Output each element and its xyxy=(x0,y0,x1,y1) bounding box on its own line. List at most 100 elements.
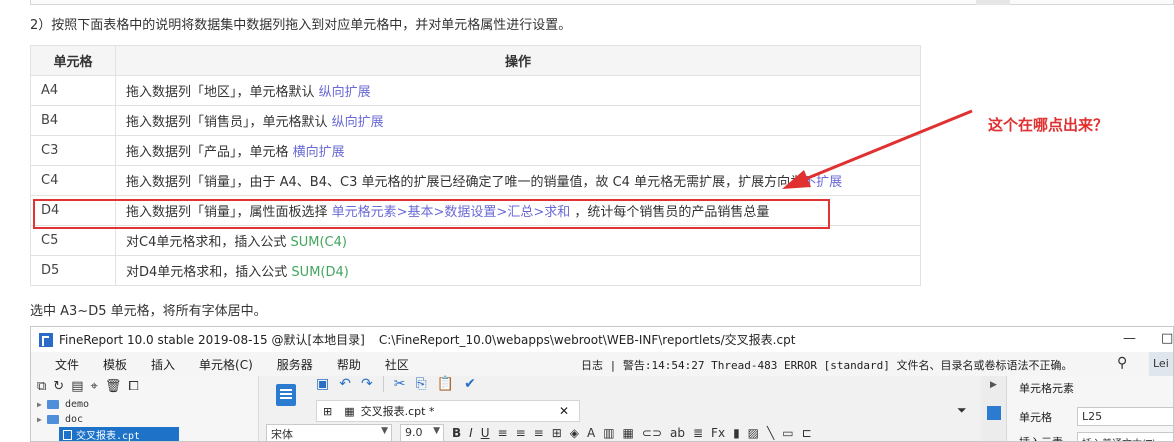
desc-highlight: 纵向扩展 xyxy=(318,85,371,100)
desc-formula: SUM(D4) xyxy=(291,265,349,280)
table-row: B4 拖入数据列「销售员」，单元格默认 纵向扩展 xyxy=(30,105,921,136)
tab-label: 交叉报表.cpt * xyxy=(360,405,435,418)
underline-button[interactable]: U xyxy=(481,426,490,440)
log-status: 日志 | 警告:14:54:27 Thread-483 ERROR [stand… xyxy=(581,359,1073,372)
search-icon[interactable]: ⚲ xyxy=(1117,355,1127,371)
font-family-select[interactable]: 宋体 ▼ xyxy=(266,424,392,441)
font-color-icon[interactable]: A xyxy=(587,426,595,440)
font-size-select[interactable]: 9.0 ▼ xyxy=(400,424,444,441)
merge-cell-icon[interactable]: ▥ xyxy=(603,426,614,440)
menu-server[interactable]: 服务器 xyxy=(265,356,325,373)
cell-id: C4 xyxy=(30,165,116,196)
operation-desc: 拖入数据列「销量」，由于 A4、B4、C3 单元格的扩展已经确定了唯一的销量值，… xyxy=(115,165,921,196)
tab-menu-icon[interactable]: ⏷ xyxy=(957,403,967,418)
operations-table: 单元格 操作 A4 拖入数据列「地区」，单元格默认 纵向扩展 B4 拖入数据列「销售员… xyxy=(30,45,921,286)
header-cell: 单元格 xyxy=(30,45,116,76)
border-icon[interactable]: ⊞ xyxy=(552,426,562,440)
cell-id: A4 xyxy=(30,75,116,106)
scroll-thumb[interactable] xyxy=(976,0,1010,5)
template-dataset-icon[interactable] xyxy=(276,384,296,406)
menu-help[interactable]: 帮助 xyxy=(325,356,373,373)
panel-header: 单元格元素 xyxy=(1019,382,1074,395)
minimize-button[interactable]: — xyxy=(1123,331,1136,346)
title-bar: FineReport 10.0 stable 2019-08-15 @默认[本地… xyxy=(31,327,1173,352)
text-element-icon[interactable]: ab xyxy=(670,426,685,440)
finereport-window: FineReport 10.0 stable 2019-08-15 @默认[本地… xyxy=(30,326,1174,442)
rich-text-icon[interactable]: ≣ xyxy=(693,426,703,440)
template-tree-pane: ⧉ ↻ ▤ ⌖ 🗑 ⧠ ▶ demo ▶ doc 交叉报表.cpt xyxy=(31,376,259,442)
folder-icon xyxy=(47,400,59,409)
fill-color-icon[interactable]: ◈ xyxy=(570,426,579,440)
save-icon[interactable]: ▣ xyxy=(316,376,329,392)
bold-button[interactable]: B xyxy=(452,426,461,440)
collapse-icon[interactable]: ⧠ xyxy=(128,379,138,394)
delete-icon[interactable]: 🗑 xyxy=(105,379,122,394)
align-left-icon[interactable]: ≡ xyxy=(498,426,508,440)
chart-icon[interactable]: ▮ xyxy=(733,426,740,440)
locate-icon[interactable]: ⌖ xyxy=(91,379,98,394)
formula-icon[interactable]: Fx xyxy=(711,426,725,440)
cell-element-icon[interactable] xyxy=(987,406,1001,420)
menu-insert[interactable]: 插入 xyxy=(139,356,187,373)
menu-file[interactable]: 文件 xyxy=(43,356,91,373)
tree-item-doc[interactable]: ▶ doc xyxy=(31,412,258,427)
table-header-row: 单元格 操作 xyxy=(30,45,921,76)
insert-element-select[interactable]: 插入普通文本(T) xyxy=(1077,432,1173,441)
maximize-button[interactable]: □ xyxy=(1161,331,1173,346)
tree-item-selected-file[interactable]: 交叉报表.cpt xyxy=(59,427,179,442)
chevron-down-icon: ▼ xyxy=(381,426,388,436)
refresh-icon[interactable]: ↻ xyxy=(53,379,64,394)
table-row: D5 对D4单元格求和，插入公式 SUM(D4) xyxy=(30,255,921,286)
cell-id: C3 xyxy=(30,135,116,166)
undo-icon[interactable]: ↶ xyxy=(339,376,351,392)
more-icon[interactable]: ⊏ xyxy=(802,426,812,440)
app-title: FineReport 10.0 stable 2019-08-15 @默认[本地… xyxy=(59,333,365,347)
open-icon[interactable]: ▤ xyxy=(71,379,83,394)
note-instruction: 选中 A3~D5 单元格，将所有字体居中。 xyxy=(30,304,267,319)
desc-text: 对D4单元格求和，插入公式 xyxy=(126,265,292,280)
close-tab-icon[interactable]: ✕ xyxy=(559,404,569,418)
expand-icon[interactable]: ▶ xyxy=(37,415,47,424)
menu-community[interactable]: 社区 xyxy=(373,356,421,373)
red-highlight-box xyxy=(33,199,830,229)
cell-value-field[interactable]: L25 xyxy=(1077,407,1173,426)
cut-icon[interactable]: ✂ xyxy=(394,376,406,392)
desc-text: 拖入数据列「销量」，由于 A4、B4、C3 单元格的扩展已经确定了唯一的销量值，… xyxy=(126,175,804,190)
operation-desc: 拖入数据列「地区」，单元格默认 纵向扩展 xyxy=(115,75,921,106)
quick-actions: ▣ ↶ ↷ ✂ ⎘ 📋 ✔ xyxy=(316,376,476,392)
step-instruction: 2）按照下面表格中的说明将数据集中数据列拖入到对应单元格中，并对单元格属性进行设… xyxy=(30,18,572,33)
user-badge[interactable]: Lei xyxy=(1149,352,1173,376)
cell-label: 单元格 xyxy=(1019,411,1052,424)
image-icon[interactable]: ▨ xyxy=(748,426,759,440)
copy-icon[interactable]: ⎘ xyxy=(415,376,426,392)
expand-icon[interactable]: ▶ xyxy=(37,400,47,409)
finereport-logo-icon xyxy=(39,332,53,347)
tree-item-label: demo xyxy=(65,399,90,410)
align-right-icon[interactable]: ≡ xyxy=(534,426,544,440)
menu-template[interactable]: 模板 xyxy=(91,356,139,373)
operation-desc: 拖入数据列「产品」，单元格 横向扩展 xyxy=(115,135,921,166)
header-operation: 操作 xyxy=(115,45,921,76)
align-center-icon[interactable]: ≡ xyxy=(516,426,526,440)
italic-button[interactable]: I xyxy=(469,426,473,440)
template-tab[interactable]: ⊞ ▦ 交叉报表.cpt * ✕ xyxy=(316,400,580,422)
expand-icon[interactable]: ▶ xyxy=(990,380,997,390)
slash-icon[interactable]: ╲ xyxy=(767,426,774,440)
table-row: C3 拖入数据列「产品」，单元格 横向扩展 xyxy=(30,135,921,166)
annotation-question: 这个在哪点出来？ xyxy=(988,116,1109,134)
tree-item-demo[interactable]: ▶ demo xyxy=(31,397,258,412)
report-icon: ▦ xyxy=(344,404,355,418)
format-painter-icon[interactable]: ✔ xyxy=(464,376,476,392)
paste-icon[interactable]: 📋 xyxy=(437,376,454,392)
insert-element-label: 插入元素 xyxy=(1019,434,1063,441)
grid-icon: ⊞ xyxy=(323,404,333,418)
unmerge-cell-icon[interactable]: ▦ xyxy=(623,426,634,440)
tree-item-label: doc xyxy=(65,414,84,425)
redo-icon[interactable]: ↷ xyxy=(361,376,373,392)
subreport-icon[interactable]: ▭ xyxy=(782,426,793,440)
menu-cell[interactable]: 单元格(C) xyxy=(187,356,265,373)
new-folder-icon[interactable]: ⧉ xyxy=(37,379,46,394)
tree-item-label: 交叉报表.cpt xyxy=(76,431,141,442)
table-row: C5 对C4单元格求和，插入公式 SUM(C4) xyxy=(30,225,921,256)
link-icon[interactable]: ⊂⊃ xyxy=(642,426,662,440)
